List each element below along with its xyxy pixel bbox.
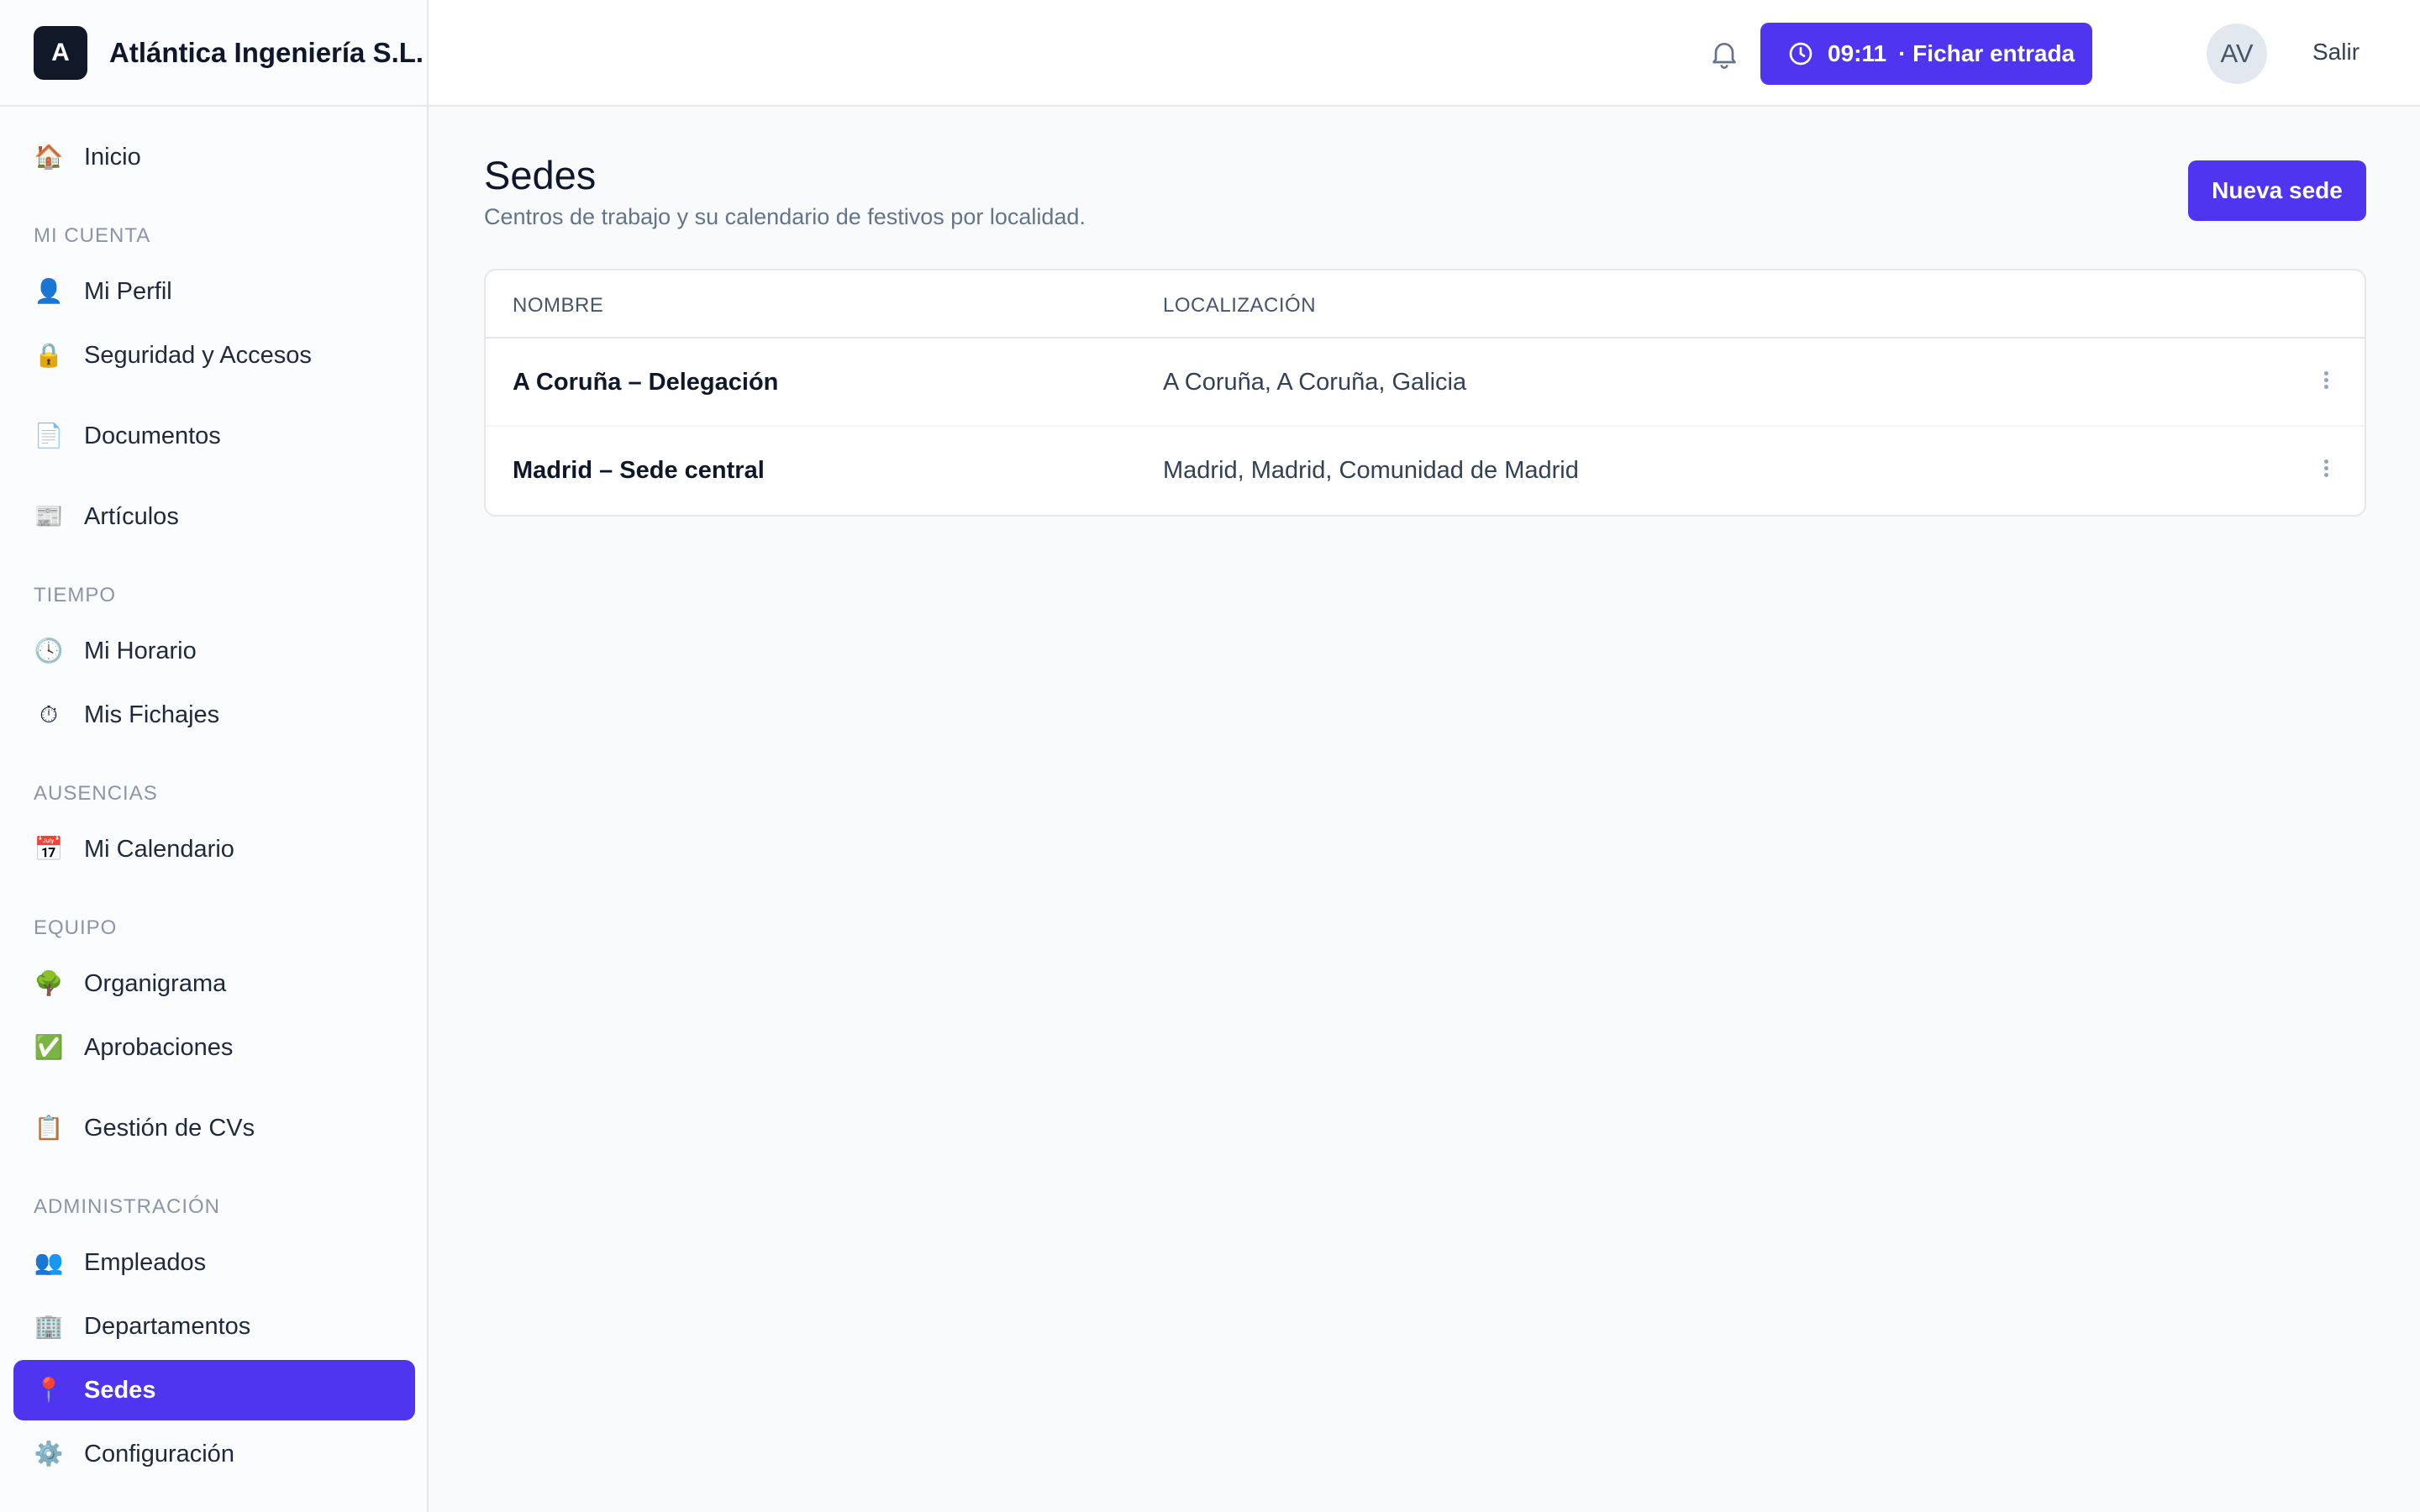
section-equipo: EQUIPO: [34, 916, 118, 939]
new-site-button[interactable]: Nueva sede: [2188, 160, 2366, 221]
sidebar-item-perfil[interactable]: 👤 Mi Perfil: [13, 261, 415, 322]
more-options-icon[interactable]: [2316, 457, 2336, 484]
sidebar-item-calendario[interactable]: 📅 Mi Calendario: [13, 819, 415, 879]
brand-logo: A: [34, 25, 87, 80]
sidebar-item-articulos[interactable]: 📰 Artículos: [13, 486, 415, 547]
sidebar-item-organigrama[interactable]: 🌳 Organigrama: [13, 953, 415, 1014]
document-icon: 📄: [34, 423, 64, 449]
sidebar-item-aprobaciones[interactable]: ✅ Aprobaciones: [13, 1017, 415, 1078]
house-icon: 🏠: [34, 144, 64, 170]
stopwatch-icon: ⏱: [39, 701, 58, 727]
column-header-localizacion[interactable]: LOCALIZACIÓN: [1163, 294, 1316, 318]
sidebar-item-inicio[interactable]: 🏠 Inicio: [13, 127, 415, 187]
clock-in-button[interactable]: 09:11 · Fichar entrada: [1760, 23, 2092, 85]
table-row[interactable]: Madrid – Sede central Madrid, Madrid, Co…: [486, 427, 2365, 515]
sidebar-item-label: Configuración: [84, 1440, 234, 1467]
site-name: Madrid – Sede central: [513, 457, 765, 484]
user-icon: 👤: [34, 278, 64, 304]
sidebar-item-sedes[interactable]: 📍 Sedes: [13, 1360, 415, 1420]
sidebar-item-label: Sedes: [84, 1376, 156, 1404]
sidebar-item-label: Mi Perfil: [84, 277, 172, 305]
lock-icon: 🔒: [34, 342, 64, 368]
site-name: A Coruña – Delegación: [513, 369, 779, 396]
sidebar-item-label: Seguridad y Accesos: [84, 341, 312, 369]
logout-link[interactable]: Salir: [2312, 39, 2360, 66]
column-header-nombre[interactable]: NOMBRE: [513, 294, 603, 318]
site-location: A Coruña, A Coruña, Galicia: [1163, 369, 1467, 396]
sidebar-item-label: Mi Calendario: [84, 835, 234, 863]
sidebar: A Atlántica Ingeniería S.L. 🏠 Inicio MI …: [0, 0, 429, 1512]
sidebar-item-empleados[interactable]: 👥 Empleados: [13, 1232, 415, 1293]
calendar-icon: 📅: [34, 836, 64, 862]
sidebar-item-label: Artículos: [84, 502, 179, 530]
table-header: NOMBRE LOCALIZACIÓN: [486, 270, 2365, 339]
more-options-icon[interactable]: [2316, 369, 2336, 396]
clock-icon: 🕓: [34, 638, 64, 664]
sidebar-item-label: Inicio: [84, 143, 141, 171]
sites-table: NOMBRE LOCALIZACIÓN A Coruña – Delegació…: [484, 269, 2366, 517]
sidebar-item-label: Mis Fichajes: [84, 701, 220, 728]
sidebar-item-fichajes[interactable]: ⏱ Mis Fichajes: [13, 685, 415, 745]
page-subtitle: Centros de trabajo y su calendario de fe…: [484, 204, 1086, 229]
sidebar-item-seguridad[interactable]: 🔒 Seguridad y Accesos: [13, 325, 415, 386]
main-content: Sedes Centros de trabajo y su calendario…: [429, 107, 2420, 1512]
newspaper-icon: 📰: [34, 503, 64, 529]
sidebar-item-label: Documentos: [84, 422, 221, 449]
brand-name: Atlántica Ingeniería S.L.: [109, 36, 424, 68]
section-administracion: ADMINISTRACIÓN: [34, 1195, 221, 1218]
sidebar-item-label: Mi Horario: [84, 637, 197, 664]
sidebar-item-label: Aprobaciones: [84, 1033, 234, 1061]
sidebar-item-label: Departamentos: [84, 1312, 251, 1340]
sidebar-item-documentos[interactable]: 📄 Documentos: [13, 406, 415, 466]
sidebar-item-label: Gestión de CVs: [84, 1114, 255, 1142]
clock-time: 09:11: [1828, 40, 1887, 66]
clock-action: · Fichar entrada: [1898, 40, 2075, 66]
section-tiempo: TIEMPO: [34, 584, 117, 606]
section-ausencias: AUSENCIAS: [34, 782, 158, 805]
sidebar-item-horario[interactable]: 🕓 Mi Horario: [13, 621, 415, 681]
page-title: Sedes: [484, 153, 597, 197]
sidebar-item-configuracion[interactable]: ⚙️ Configuración: [13, 1424, 415, 1484]
sidebar-item-label: Empleados: [84, 1248, 207, 1276]
brand[interactable]: A Atlántica Ingeniería S.L.: [0, 0, 427, 107]
users-icon: 👥: [34, 1249, 64, 1275]
gear-icon: ⚙️: [34, 1441, 64, 1467]
check-box-icon: ✅: [34, 1034, 64, 1060]
avatar[interactable]: AV: [2207, 24, 2267, 84]
clock-icon: [1789, 42, 1812, 66]
sidebar-item-label: Organigrama: [84, 969, 227, 997]
app-root: A Atlántica Ingeniería S.L. 🏠 Inicio MI …: [0, 0, 2420, 1512]
table-row[interactable]: A Coruña – Delegación A Coruña, A Coruña…: [486, 339, 2365, 427]
bell-icon[interactable]: [1707, 37, 1741, 71]
building-icon: 🏢: [34, 1313, 64, 1339]
tree-icon: 🌳: [34, 970, 64, 996]
top-bar: 09:11 · Fichar entrada AV Salir: [429, 0, 2420, 107]
site-location: Madrid, Madrid, Comunidad de Madrid: [1163, 457, 1579, 484]
clipboard-icon: 📋: [34, 1115, 64, 1141]
section-mi-cuenta: MI CUENTA: [34, 224, 151, 247]
sidebar-item-cvs[interactable]: 📋 Gestión de CVs: [13, 1098, 415, 1158]
pin-icon: 📍: [34, 1377, 64, 1403]
sidebar-item-departamentos[interactable]: 🏢 Departamentos: [13, 1296, 415, 1357]
